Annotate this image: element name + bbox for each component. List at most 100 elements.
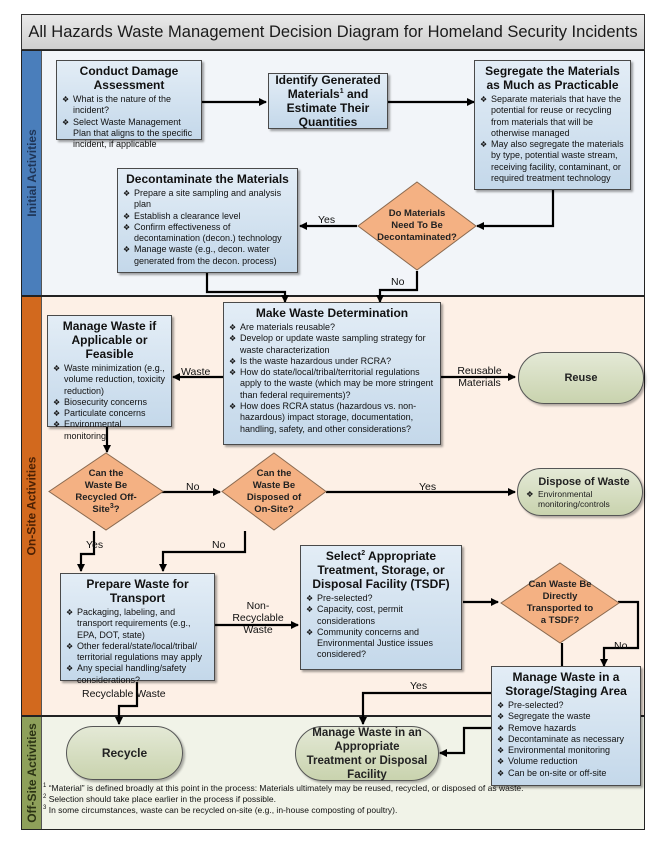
bullet-item: Pre-selected? xyxy=(497,700,635,712)
lane-label-initial: Initial Activities xyxy=(22,51,41,295)
bullet-item: Remove hazards xyxy=(497,723,635,735)
bullet-item: Capacity, cost, permit considerations xyxy=(306,604,456,627)
footnote-item: 1 “Material” is defined broadly at this … xyxy=(43,783,524,794)
decision-text: Do Materials Need To Be Decontaminated? xyxy=(377,208,457,243)
node-prepare-waste-transport[interactable]: Prepare Waste for Transport Packaging, l… xyxy=(60,573,215,685)
bullet-list: Waste minimization (e.g., volume reducti… xyxy=(53,363,166,442)
bullet-item: Biosecurity concerns xyxy=(53,397,166,409)
bullet-list: Packaging, labeling, and transport requi… xyxy=(66,607,209,686)
bullet-list: Pre-selected? Capacity, cost, permit con… xyxy=(306,593,456,661)
edge-label-direct-yes: Yes xyxy=(410,680,428,692)
node-identify-generated-materials[interactable]: Identify Generated Materials1 and Estima… xyxy=(268,73,388,129)
decision-dispose-onsite[interactable]: Can the Waste Be Disposed of On-Site? xyxy=(221,452,327,531)
node-conduct-damage-assessment[interactable]: Conduct Damage Assessment What is the na… xyxy=(56,60,202,149)
footnote-text: In some circumstances, waste can be recy… xyxy=(48,805,398,815)
decision-text-part: Can the Waste Be Recycled Off-Site xyxy=(75,467,137,515)
edge-label-recyclable-waste: Recyclable Waste xyxy=(82,688,166,700)
bullet-item: Separate materials that have the potenti… xyxy=(480,94,625,139)
footnote-text: Selection should take place earlier in t… xyxy=(48,794,276,804)
node-title: Conduct Damage Assessment xyxy=(79,64,179,92)
decision-text: Can Waste Be Directly Transported to a T… xyxy=(526,579,594,626)
terminal-treatment-facility[interactable]: Manage Waste in an Appropriate Treatment… xyxy=(295,726,439,781)
footnote-item: 3 In some circumstances, waste can be re… xyxy=(43,805,524,816)
edge-label-dispose-yes: Yes xyxy=(419,481,437,493)
footnote-item: 2 Selection should take place earlier in… xyxy=(43,794,524,805)
bullet-item: Particulate concerns xyxy=(53,408,166,420)
node-title: Manage Waste in a Storage/Staging Area xyxy=(505,670,627,698)
bullet-item: Environmental monitoring xyxy=(53,419,166,442)
bullet-list: Are materials reusable? Develop or updat… xyxy=(229,322,435,435)
node-title: Identify Generated Materials1 and Estima… xyxy=(274,73,382,129)
edge-label-dispose-no: No xyxy=(212,539,226,551)
edge-label-waste: Waste xyxy=(181,366,211,378)
lane-label-onsite: On-Site Activities xyxy=(22,297,41,715)
bullet-list: What is the nature of the incident? Sele… xyxy=(62,94,196,150)
bullet-item: Prepare a site sampling and analysis pla… xyxy=(123,188,292,211)
edge-label-reusable-materials: Reusable Materials xyxy=(457,365,502,389)
decision-direct-transport[interactable]: Can Waste Be Directly Transported to a T… xyxy=(500,562,620,644)
node-select-tsdf[interactable]: Select2 Appropriate Treatment, Storage, … xyxy=(300,545,462,670)
bullet-item: May also segregate the materials by type… xyxy=(480,139,625,184)
bullet-item: Packaging, labeling, and transport requi… xyxy=(66,607,209,641)
bullet-item: Pre-selected? xyxy=(306,593,456,605)
footnote-number: 1 xyxy=(43,783,47,790)
edge-label-recycle-no: No xyxy=(186,481,200,493)
bullet-list: Separate materials that have the potenti… xyxy=(480,94,625,184)
decision-text: Can the Waste Be Recycled Off-Site3? xyxy=(48,452,164,531)
lane-label-initial-text: Initial Activities xyxy=(24,129,39,217)
node-decontaminate-materials[interactable]: Decontaminate the Materials Prepare a si… xyxy=(117,168,298,273)
terminal-dispose-of-waste[interactable]: Dispose of Waste ❖ Environmental monitori… xyxy=(517,468,643,516)
bullet-list: Pre-selected? Segregate the waste Remove… xyxy=(497,700,635,779)
diagram-title: All Hazards Waste Management Decision Di… xyxy=(21,14,645,50)
bullet-item: ❖ Environmental monitoring/controls xyxy=(526,489,642,509)
lane-label-offsite: Off-Site Activities xyxy=(22,717,41,829)
node-title: Segregate the Materials as Much as Pract… xyxy=(485,64,620,92)
edge-label-decon-yes: Yes xyxy=(318,214,336,226)
bullet-item: Environmental monitoring xyxy=(497,745,635,757)
bullet-text: Environmental monitoring/controls xyxy=(538,489,610,509)
bullet-item: Any special handling/safety consideratio… xyxy=(66,663,209,686)
decision-text: Can the Waste Be Disposed of On-Site? xyxy=(246,467,302,515)
bullet-item: Volume reduction xyxy=(497,756,635,768)
bullet-item: Is the waste hazardous under RCRA? xyxy=(229,356,435,368)
bullet-item: Other federal/state/local/tribal/ territ… xyxy=(66,641,209,664)
footnotes: 1 “Material” is defined broadly at this … xyxy=(43,783,524,816)
lane-label-offsite-text: Off-Site Activities xyxy=(24,723,39,823)
node-storage-staging-area[interactable]: Manage Waste in a Storage/Staging Area P… xyxy=(491,666,641,786)
decision-need-decontamination[interactable]: Do Materials Need To Be Decontaminated? xyxy=(357,181,477,271)
bullet-item: Manage waste (e.g., decon. water generat… xyxy=(123,244,292,267)
node-segregate-materials[interactable]: Segregate the Materials as Much as Pract… xyxy=(474,60,631,190)
node-manage-waste-if-feasible[interactable]: Manage Waste if Applicable or Feasible W… xyxy=(47,315,172,441)
node-title: Make Waste Determination xyxy=(255,306,409,320)
node-make-waste-determination[interactable]: Make Waste Determination Are materials r… xyxy=(223,302,441,445)
bullet-item: Decontaminate as necessary xyxy=(497,734,635,746)
bullet-item: How do state/local/tribal/territorial re… xyxy=(229,367,435,401)
bullet-item: Can be on-site or off-site xyxy=(497,768,635,780)
bullet-list: Prepare a site sampling and analysis pla… xyxy=(123,188,292,267)
terminal-reuse[interactable]: Reuse xyxy=(518,352,644,404)
footnote-number: 2 xyxy=(43,794,47,801)
bullet-item: Waste minimization (e.g., volume reducti… xyxy=(53,363,166,397)
decision-recycle-offsite[interactable]: Can the Waste Be Recycled Off-Site3? xyxy=(48,452,164,531)
bullet-item: What is the nature of the incident? xyxy=(62,94,196,117)
node-title: Select2 Appropriate Treatment, Storage, … xyxy=(306,549,456,591)
bullet-item: Select Waste Management Plan that aligns… xyxy=(62,117,196,151)
node-title: Decontaminate the Materials xyxy=(126,172,289,186)
decision-text-part: ? xyxy=(113,503,120,515)
edge-label-direct-no: No xyxy=(614,640,628,652)
bullet-icon: ❖ xyxy=(526,489,534,499)
bullet-item: Develop or update waste sampling strateg… xyxy=(229,333,435,356)
lane-label-onsite-text: On-Site Activities xyxy=(24,456,39,556)
node-title: Dispose of Waste xyxy=(538,476,630,488)
edge-label-non-recyclable-waste: Non- Recyclable Waste xyxy=(232,600,284,636)
footnote-number: 3 xyxy=(43,805,47,812)
bullet-item: How does RCRA status (hazardous vs. non-… xyxy=(229,401,435,435)
node-title: Prepare Waste for Transport xyxy=(86,577,189,605)
bullet-item: Segregate the waste xyxy=(497,711,635,723)
terminal-recycle[interactable]: Recycle xyxy=(66,726,183,780)
edge-label-decon-no: No xyxy=(391,276,405,288)
bullet-item: Establish a clearance level xyxy=(123,211,292,223)
bullet-item: Confirm effectiveness of decontamination… xyxy=(123,222,292,245)
bullet-item: Community concerns and Environmental Jus… xyxy=(306,627,456,661)
edge-label-recycle-yes: Yes xyxy=(86,539,104,551)
